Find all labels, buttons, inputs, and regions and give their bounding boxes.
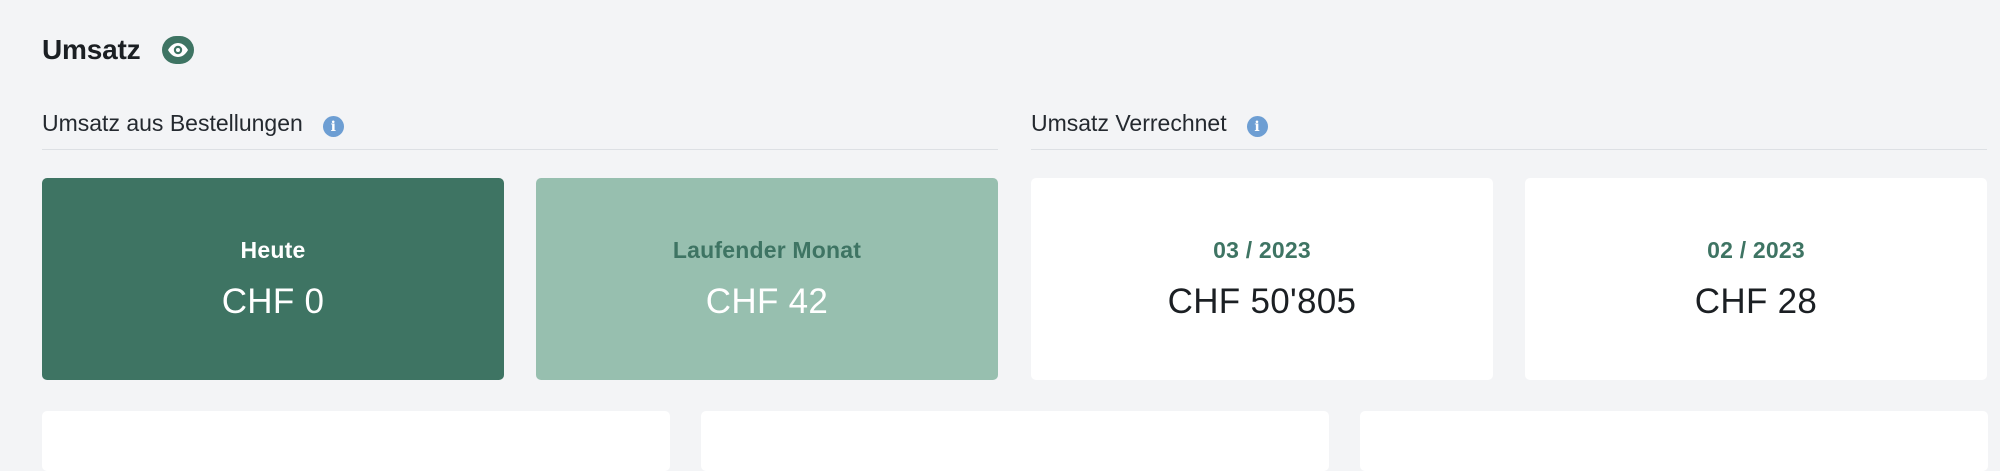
- invoiced-month-card: 02 / 2023 CHF 28: [1525, 178, 1987, 380]
- page-title: Umsatz: [42, 34, 141, 65]
- invoiced-section-header: Umsatz Verrechnet i: [1031, 104, 1987, 150]
- card-label: 03 / 2023: [1213, 236, 1311, 263]
- card-value: CHF 42: [705, 281, 829, 321]
- card-value: CHF 0: [221, 281, 325, 321]
- orders-section-title: Umsatz aus Bestellungen: [42, 110, 303, 136]
- card-label: 02 / 2023: [1707, 236, 1805, 263]
- toggle-visibility-button[interactable]: [162, 36, 195, 64]
- invoiced-month-card: 03 / 2023 CHF 50'805: [1031, 178, 1493, 380]
- current-month-revenue-card: Laufender Monat CHF 42: [536, 178, 998, 380]
- card-value: CHF 28: [1694, 281, 1818, 321]
- card-label: Heute: [240, 236, 306, 263]
- card-value: CHF 50'805: [1167, 281, 1357, 321]
- info-icon[interactable]: i: [1246, 116, 1268, 137]
- card-label: Laufender Monat: [672, 236, 862, 263]
- today-revenue-card: Heute CHF 0: [42, 178, 504, 380]
- info-icon[interactable]: i: [322, 116, 344, 137]
- lower-panel: [1360, 411, 1988, 471]
- invoiced-section-title: Umsatz Verrechnet: [1031, 110, 1227, 136]
- orders-section-header: Umsatz aus Bestellungen i: [42, 104, 998, 150]
- eye-icon: [168, 43, 189, 57]
- lower-panel: [42, 411, 670, 471]
- lower-panel: [701, 411, 1329, 471]
- page-header: Umsatz: [42, 30, 195, 70]
